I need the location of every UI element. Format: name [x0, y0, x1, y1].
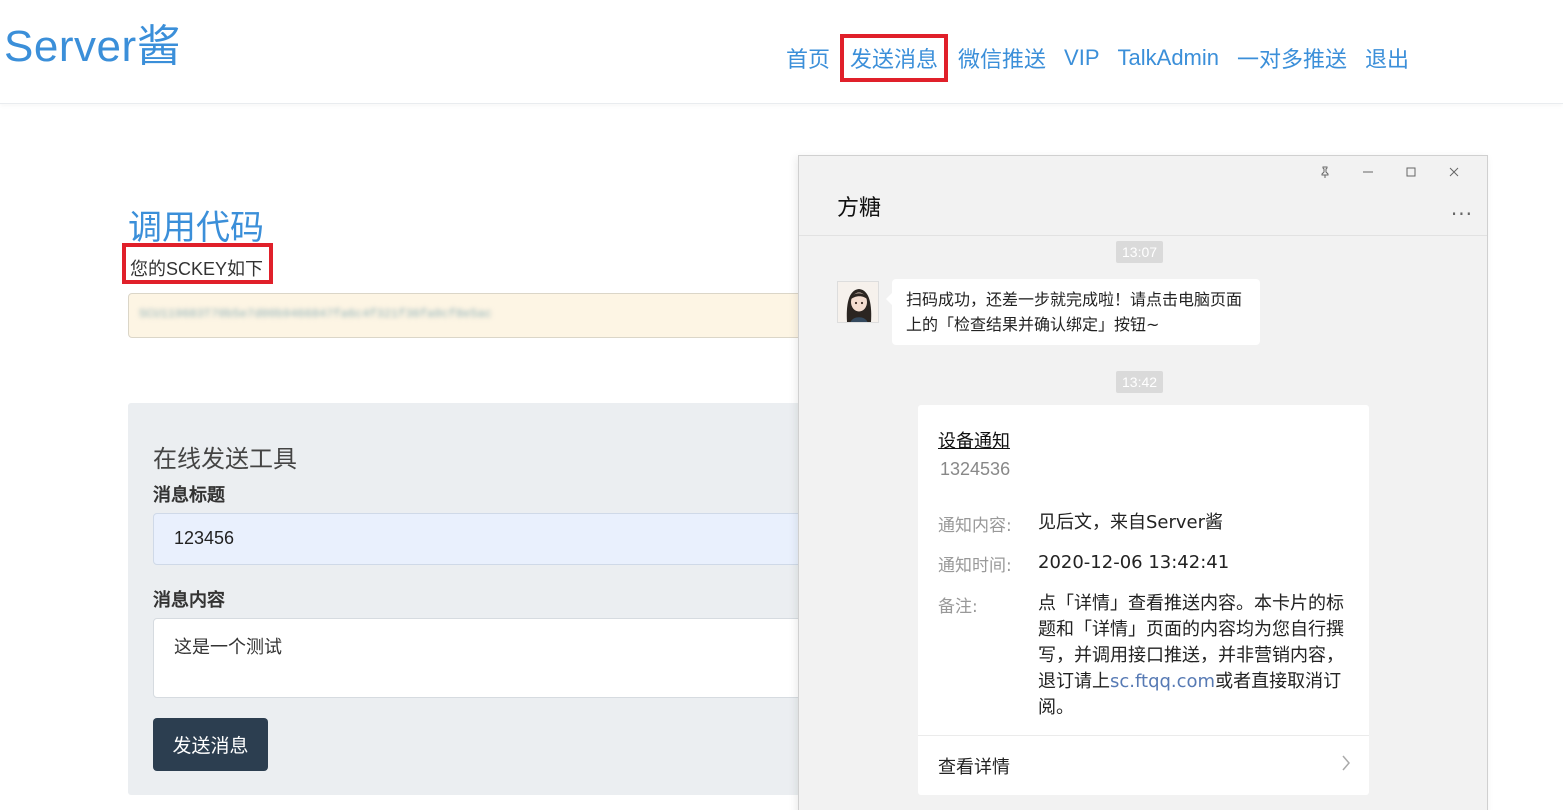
window-controls — [1303, 164, 1475, 186]
nav-vip[interactable]: VIP — [1064, 45, 1099, 71]
card-subtitle: 1324536 — [940, 459, 1011, 479]
content-label: 消息内容 — [153, 590, 225, 611]
chevron-right-icon — [1341, 753, 1351, 777]
avatar[interactable] — [837, 281, 879, 323]
sckey-field[interactable]: SCU119683T70b5e7d00b9466847fa6c4f321f36f… — [128, 293, 828, 338]
section-title: 调用代码 — [128, 208, 264, 248]
title-input[interactable]: 123456 — [153, 513, 833, 565]
chat-divider — [799, 235, 1487, 236]
more-options-icon[interactable]: ... — [1451, 196, 1473, 220]
card-divider — [918, 735, 1369, 736]
nav-home[interactable]: 首页 — [786, 42, 830, 74]
brand-logo[interactable]: Server酱 — [4, 10, 181, 74]
card-title: 设备通知 — [938, 431, 1010, 452]
tool-title: 在线发送工具 — [153, 445, 297, 473]
note-value: 点「详情」查看推送内容。本卡片的标题和「详情」页面的内容均为您自行撰写，并调用接… — [1038, 591, 1350, 721]
send-tool-panel: 在线发送工具 消息标题 123456 消息内容 这是一个测试 发送消息 — [128, 403, 833, 795]
title-label: 消息标题 — [153, 485, 225, 506]
nav-send-message[interactable]: 发送消息 — [840, 34, 949, 82]
nav-logout[interactable]: 退出 — [1365, 42, 1409, 74]
nav-bar: 首页 发送消息 微信推送 VIP TalkAdmin 一对多推送 退出 — [786, 34, 1427, 82]
timestamp: 13:07 — [1116, 241, 1164, 263]
pin-icon[interactable] — [1303, 164, 1346, 186]
time-key: 通知时间: — [938, 556, 1012, 576]
view-details-link[interactable]: 查看详情 — [938, 753, 1010, 779]
notification-card[interactable]: 设备通知 1324536 通知内容: 见后文，来自Server酱 通知时间: 2… — [918, 405, 1369, 795]
content-textarea[interactable]: 这是一个测试 — [153, 618, 833, 698]
page: Server酱 首页 发送消息 微信推送 VIP TalkAdmin 一对多推送… — [0, 0, 1563, 810]
content-value: 见后文，来自Server酱 — [1038, 512, 1224, 533]
message-bubble[interactable]: 扫码成功，还差一步就完成啦！请点击电脑页面上的「检查结果并确认绑定」按钮~ — [886, 279, 1260, 345]
unsubscribe-link[interactable]: sc.ftqq.com — [1110, 671, 1215, 692]
close-icon[interactable] — [1432, 164, 1475, 186]
content-key: 通知内容: — [938, 516, 1012, 536]
note-key: 备注: — [938, 597, 978, 617]
nav-wechat-push[interactable]: 微信推送 — [958, 42, 1046, 74]
minimize-icon[interactable] — [1346, 164, 1389, 186]
sckey-label: 您的SCKEY如下 — [122, 243, 273, 284]
sckey-value: SCU119683T70b5e7d00b9466847fa6c4f321f36f… — [139, 307, 492, 321]
nav-one-to-many[interactable]: 一对多推送 — [1237, 42, 1347, 74]
chat-window: 方糖 ... 13:07 扫码成功，还差一步就完成啦！请点击电脑页面上的「检查结… — [798, 155, 1488, 810]
header: Server酱 首页 发送消息 微信推送 VIP TalkAdmin 一对多推送… — [0, 0, 1563, 104]
timestamp: 13:42 — [1116, 371, 1164, 393]
maximize-icon[interactable] — [1389, 164, 1432, 186]
time-value: 2020-12-06 13:42:41 — [1038, 552, 1230, 573]
send-message-button[interactable]: 发送消息 — [153, 718, 268, 771]
chat-title: 方糖 — [837, 196, 882, 221]
nav-talkadmin[interactable]: TalkAdmin — [1118, 45, 1219, 71]
